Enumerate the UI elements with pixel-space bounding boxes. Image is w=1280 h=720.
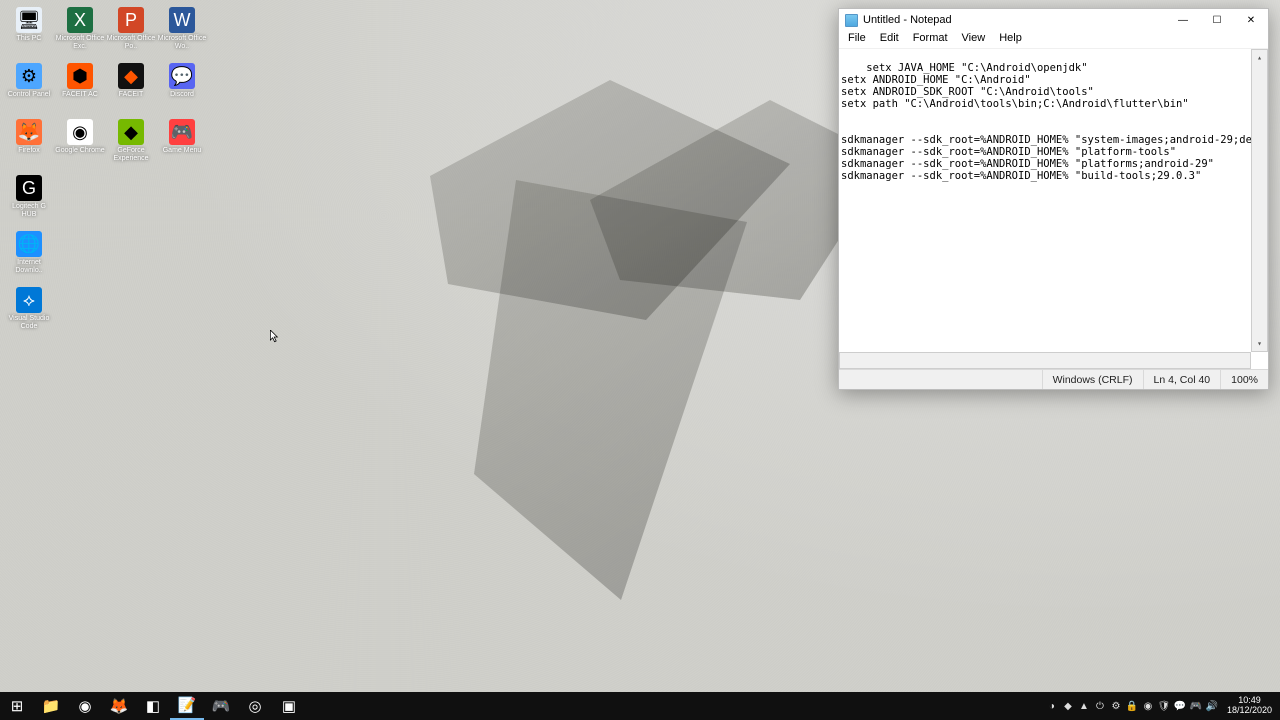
desktop-icon-grid: 🖥 This PC X Microsoft Office Exc. P Microsoft…: [4, 6, 207, 342]
desktop-icon-control-panel[interactable]: ⚙ Control Panel: [4, 62, 54, 118]
app-icon: ⬢: [67, 63, 93, 89]
app-icon: P: [118, 7, 144, 33]
desktop-icon-microsoft-office-wo-[interactable]: W Microsoft Office Wo..: [157, 6, 207, 62]
tray-3-icon[interactable]: ▲: [1076, 692, 1092, 720]
app-icon: ⚙: [16, 63, 42, 89]
taskbar-app-blue[interactable]: ◧: [136, 692, 170, 720]
desktop-icon-discord[interactable]: 💬 Discord: [157, 62, 207, 118]
desktop-icon-this-pc[interactable]: 🖥 This PC: [4, 6, 54, 62]
icon-label: Microsoft Office Po..: [106, 35, 156, 50]
tray-8-icon[interactable]: 🛡: [1156, 692, 1172, 720]
tray-5-icon[interactable]: ⚙: [1108, 692, 1124, 720]
icon-label: Internet Downlo..: [4, 259, 54, 274]
app-icon: ⟡: [16, 287, 42, 313]
taskbar-clock[interactable]: 10:49 18/12/2020: [1221, 696, 1278, 716]
tray-2-icon[interactable]: ◆: [1060, 692, 1076, 720]
scroll-up-icon[interactable]: ▴: [1252, 50, 1267, 65]
app-icon: ◆: [118, 119, 144, 145]
taskbar-file-explorer[interactable]: 📁: [34, 692, 68, 720]
icon-label: Logitech G HUB: [4, 203, 54, 218]
tray-7-icon[interactable]: ◉: [1140, 692, 1156, 720]
status-zoom: 100%: [1220, 370, 1268, 389]
desktop-icon-internet-downlo-[interactable]: 🌐 Internet Downlo..: [4, 230, 54, 286]
tray-1-icon[interactable]: ◑: [1044, 692, 1060, 720]
desktop-icon-faceit-ac[interactable]: ⬢ FACEIT AC: [55, 62, 105, 118]
desktop-icon-visual-studio-code[interactable]: ⟡ Visual Studio Code: [4, 286, 54, 342]
notepad-title: Untitled - Notepad: [863, 14, 1166, 26]
mouse-cursor-icon: [270, 330, 280, 344]
horizontal-scrollbar[interactable]: ◂ ▸: [839, 352, 1251, 369]
menu-edit[interactable]: Edit: [873, 31, 906, 48]
icon-label: GeForce Experience: [106, 147, 156, 162]
app-icon: G: [16, 175, 42, 201]
menu-format[interactable]: Format: [906, 31, 955, 48]
app-icon: X: [67, 7, 93, 33]
app-icon: 💬: [169, 63, 195, 89]
taskbar-terminal[interactable]: ▣: [272, 692, 306, 720]
tray-sound-icon[interactable]: 🔊: [1204, 692, 1220, 720]
icon-label: Microsoft Office Wo..: [157, 35, 207, 50]
desktop-icon-faceit[interactable]: ◆ FACEIT: [106, 62, 156, 118]
app-icon: ◉: [67, 119, 93, 145]
app-icon: 🖥: [16, 7, 42, 33]
icon-label: Visual Studio Code: [4, 315, 54, 330]
desktop-icon-firefox[interactable]: 🦊 Firefox: [4, 118, 54, 174]
icon-label: Game Menu: [157, 147, 207, 155]
desktop-icon-microsoft-office-exc-[interactable]: X Microsoft Office Exc.: [55, 6, 105, 62]
scroll-down-icon[interactable]: ▾: [1252, 336, 1267, 351]
taskbar-obs[interactable]: ◎: [238, 692, 272, 720]
tray-10-icon[interactable]: 🎮: [1188, 692, 1204, 720]
maximize-button[interactable]: ☐: [1200, 9, 1234, 31]
menu-help[interactable]: Help: [992, 31, 1029, 48]
app-icon: 🎮: [169, 119, 195, 145]
notepad-window[interactable]: Untitled - Notepad — ☐ ✕ FileEditFormatV…: [838, 8, 1269, 390]
tray-9-icon[interactable]: 💬: [1172, 692, 1188, 720]
status-encoding: Windows (CRLF): [1042, 370, 1143, 389]
desktop-icon-google-chrome[interactable]: ◉ Google Chrome: [55, 118, 105, 174]
tray-4-icon[interactable]: ⏻: [1092, 692, 1108, 720]
taskbar-chrome[interactable]: ◉: [68, 692, 102, 720]
icon-label: FACEIT: [106, 91, 156, 99]
notepad-titlebar[interactable]: Untitled - Notepad — ☐ ✕: [839, 9, 1268, 31]
close-button[interactable]: ✕: [1234, 9, 1268, 31]
app-icon: 🌐: [16, 231, 42, 257]
clock-date: 18/12/2020: [1227, 706, 1272, 716]
vertical-scrollbar[interactable]: ▴ ▾: [1251, 49, 1268, 352]
icon-label: Google Chrome: [55, 147, 105, 155]
desktop-icon-logitech-g-hub[interactable]: G Logitech G HUB: [4, 174, 54, 230]
taskbar: ⊞📁◉🦊◧📝🎮◎▣ ◑◆▲⏻⚙🔒◉🛡💬🎮🔊 10:49 18/12/2020: [0, 692, 1280, 720]
desktop-icon-geforce-experience[interactable]: ◆ GeForce Experience: [106, 118, 156, 174]
menu-view[interactable]: View: [955, 31, 993, 48]
notepad-text-area[interactable]: setx JAVA_HOME "C:\Android\openjdk" setx…: [839, 49, 1268, 369]
taskbar-start[interactable]: ⊞: [0, 692, 34, 720]
desktop-icon-microsoft-office-po-[interactable]: P Microsoft Office Po..: [106, 6, 156, 62]
app-icon: 🦊: [16, 119, 42, 145]
icon-label: FACEIT AC: [55, 91, 105, 99]
notepad-statusbar: Windows (CRLF) Ln 4, Col 40 100%: [839, 369, 1268, 389]
status-cursor-position: Ln 4, Col 40: [1143, 370, 1221, 389]
icon-label: Control Panel: [4, 91, 54, 99]
notepad-icon: [845, 14, 858, 27]
desktop-icon-game-menu[interactable]: 🎮 Game Menu: [157, 118, 207, 174]
taskbar-game[interactable]: 🎮: [204, 692, 238, 720]
taskbar-notepad[interactable]: 📝: [170, 692, 204, 720]
notepad-content[interactable]: setx JAVA_HOME "C:\Android\openjdk" setx…: [841, 62, 1268, 182]
menu-file[interactable]: File: [841, 31, 873, 48]
icon-label: Firefox: [4, 147, 54, 155]
icon-label: Microsoft Office Exc.: [55, 35, 105, 50]
icon-label: Discord: [157, 91, 207, 99]
system-tray: ◑◆▲⏻⚙🔒◉🛡💬🎮🔊 10:49 18/12/2020: [1044, 692, 1280, 720]
app-icon: ◆: [118, 63, 144, 89]
icon-label: This PC: [4, 35, 54, 43]
minimize-button[interactable]: —: [1166, 9, 1200, 31]
app-icon: W: [169, 7, 195, 33]
taskbar-firefox[interactable]: 🦊: [102, 692, 136, 720]
tray-6-icon[interactable]: 🔒: [1124, 692, 1140, 720]
notepad-menubar: FileEditFormatViewHelp: [839, 31, 1268, 49]
